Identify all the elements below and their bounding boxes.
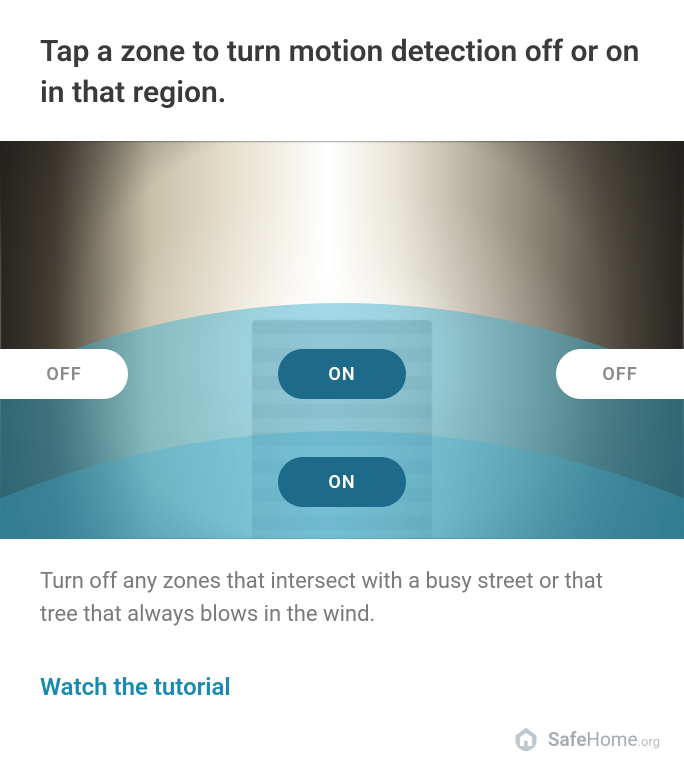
zone-toggle-top-center[interactable]: ON — [278, 349, 406, 399]
description-section: Turn off any zones that intersect with a… — [0, 539, 684, 631]
zone-toggle-top-right[interactable]: OFF — [556, 349, 684, 399]
description-text: Turn off any zones that intersect with a… — [40, 565, 644, 631]
watermark-text: SafeHome.org — [548, 728, 660, 751]
zone-label: ON — [328, 364, 355, 385]
zone-label: OFF — [602, 364, 637, 385]
watermark: SafeHome.org — [512, 725, 660, 753]
zone-row-bottom: ON — [0, 457, 684, 507]
camera-preview[interactable]: OFF ON OFF ON — [0, 141, 684, 539]
zone-label: ON — [328, 472, 355, 493]
watch-tutorial-link[interactable]: Watch the tutorial — [40, 673, 231, 701]
zone-row-top: OFF ON OFF — [0, 349, 684, 399]
house-shield-icon — [512, 725, 540, 753]
zone-toggle-top-left[interactable]: OFF — [0, 349, 128, 399]
zone-toggle-bottom-center[interactable]: ON — [278, 457, 406, 507]
watermark-brand-2: Home — [586, 728, 637, 751]
page-title: Tap a zone to turn motion detection off … — [40, 32, 644, 113]
zone-label: OFF — [46, 364, 81, 385]
watermark-brand-1: Safe — [548, 728, 587, 751]
header: Tap a zone to turn motion detection off … — [0, 0, 684, 141]
tutorial-section: Watch the tutorial — [0, 631, 684, 701]
watermark-tld: .org — [638, 735, 660, 750]
